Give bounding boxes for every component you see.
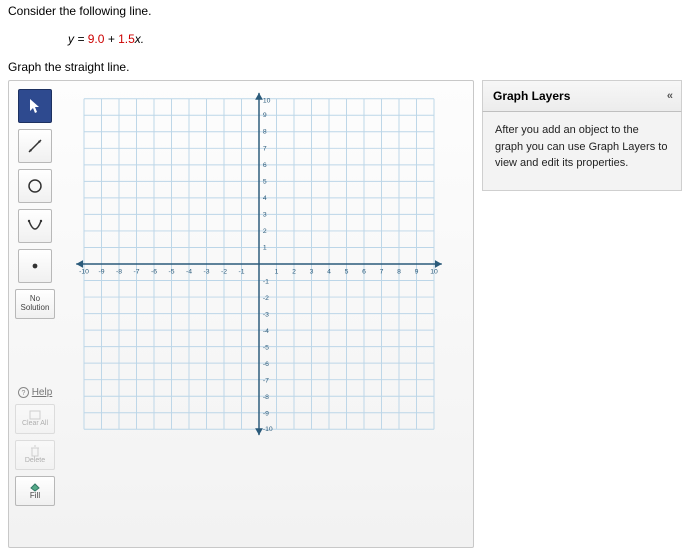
svg-text:9: 9: [263, 112, 267, 119]
graph-layers-title: Graph Layers: [493, 89, 570, 103]
circle-icon: [26, 177, 44, 195]
collapse-icon: «: [667, 90, 671, 102]
svg-text:6: 6: [362, 269, 366, 276]
eq-prefix: y =: [68, 32, 88, 46]
svg-text:-5: -5: [263, 345, 269, 352]
svg-text:-6: -6: [151, 269, 157, 276]
pointer-tool-button[interactable]: [18, 89, 52, 123]
svg-text:-8: -8: [116, 269, 122, 276]
svg-text:1: 1: [275, 269, 279, 276]
svg-text:5: 5: [345, 269, 349, 276]
help-icon: ?: [18, 387, 29, 398]
svg-text:-9: -9: [263, 411, 269, 418]
parabola-icon: [26, 217, 44, 235]
no-solution-button[interactable]: No Solution: [15, 289, 55, 319]
svg-text:?: ?: [21, 390, 25, 397]
svg-text:-2: -2: [221, 269, 227, 276]
svg-text:5: 5: [263, 178, 267, 185]
svg-text:7: 7: [263, 145, 267, 152]
trash-icon: [30, 445, 40, 457]
eq-const1: 9.0: [88, 32, 105, 46]
line-icon: [26, 137, 44, 155]
svg-text:-9: -9: [98, 269, 104, 276]
coordinate-grid[interactable]: -10 -9 -8 -7 -6 -5 -4 -3 -2 -1 1 2 3 4 5 6 7 8 9 10 1 2 3 4 5 6…: [59, 89, 459, 439]
prompt-text: Consider the following line.: [8, 4, 684, 18]
svg-text:-7: -7: [133, 269, 139, 276]
point-icon: [26, 257, 44, 275]
svg-text:-1: -1: [263, 278, 269, 285]
svg-text:4: 4: [263, 195, 267, 202]
svg-text:6: 6: [263, 162, 267, 169]
svg-text:10: 10: [263, 98, 271, 105]
svg-text:-2: -2: [263, 295, 269, 302]
svg-text:-4: -4: [263, 328, 269, 335]
svg-text:3: 3: [263, 211, 267, 218]
svg-text:-5: -5: [168, 269, 174, 276]
svg-text:2: 2: [292, 269, 296, 276]
svg-text:-8: -8: [263, 394, 269, 401]
svg-text:-1: -1: [238, 269, 244, 276]
svg-text:-3: -3: [263, 312, 269, 319]
help-label: Help: [32, 387, 53, 398]
svg-text:9: 9: [415, 269, 419, 276]
clear-all-button[interactable]: Clear All: [15, 404, 55, 434]
eq-mid: +: [104, 32, 118, 46]
line-tool-button[interactable]: [18, 129, 52, 163]
point-tool-button[interactable]: [18, 249, 52, 283]
graph-toolbar: No Solution ? Help Clear All Delete Fill: [13, 87, 57, 541]
graph-panel: No Solution ? Help Clear All Delete Fill: [8, 80, 474, 548]
pointer-icon: [27, 98, 43, 114]
fill-button[interactable]: Fill: [15, 476, 55, 506]
svg-text:8: 8: [263, 129, 267, 136]
svg-text:8: 8: [397, 269, 401, 276]
svg-text:2: 2: [263, 228, 267, 235]
instruction-text: Graph the straight line.: [8, 60, 684, 74]
delete-button[interactable]: Delete: [15, 440, 55, 470]
help-link[interactable]: ? Help: [18, 387, 53, 398]
eq-const2: 1.5: [118, 32, 135, 46]
svg-text:-6: -6: [263, 361, 269, 368]
svg-text:-3: -3: [203, 269, 209, 276]
svg-text:4: 4: [327, 269, 331, 276]
svg-text:3: 3: [310, 269, 314, 276]
svg-text:-4: -4: [186, 269, 192, 276]
circle-tool-button[interactable]: [18, 169, 52, 203]
graph-layers-header[interactable]: Graph Layers «: [482, 80, 682, 112]
graph-layers-body: After you add an object to the graph you…: [482, 112, 682, 191]
svg-text:-10: -10: [79, 269, 89, 276]
svg-text:-10: -10: [263, 426, 273, 433]
svg-text:10: 10: [430, 269, 438, 276]
svg-text:7: 7: [380, 269, 384, 276]
parabola-tool-button[interactable]: [18, 209, 52, 243]
equation: y = 9.0 + 1.5x.: [68, 32, 684, 46]
clear-icon: [29, 410, 41, 420]
svg-text:1: 1: [263, 244, 267, 251]
svg-text:-7: -7: [263, 378, 269, 385]
eq-suffix-var: x.: [135, 32, 144, 46]
